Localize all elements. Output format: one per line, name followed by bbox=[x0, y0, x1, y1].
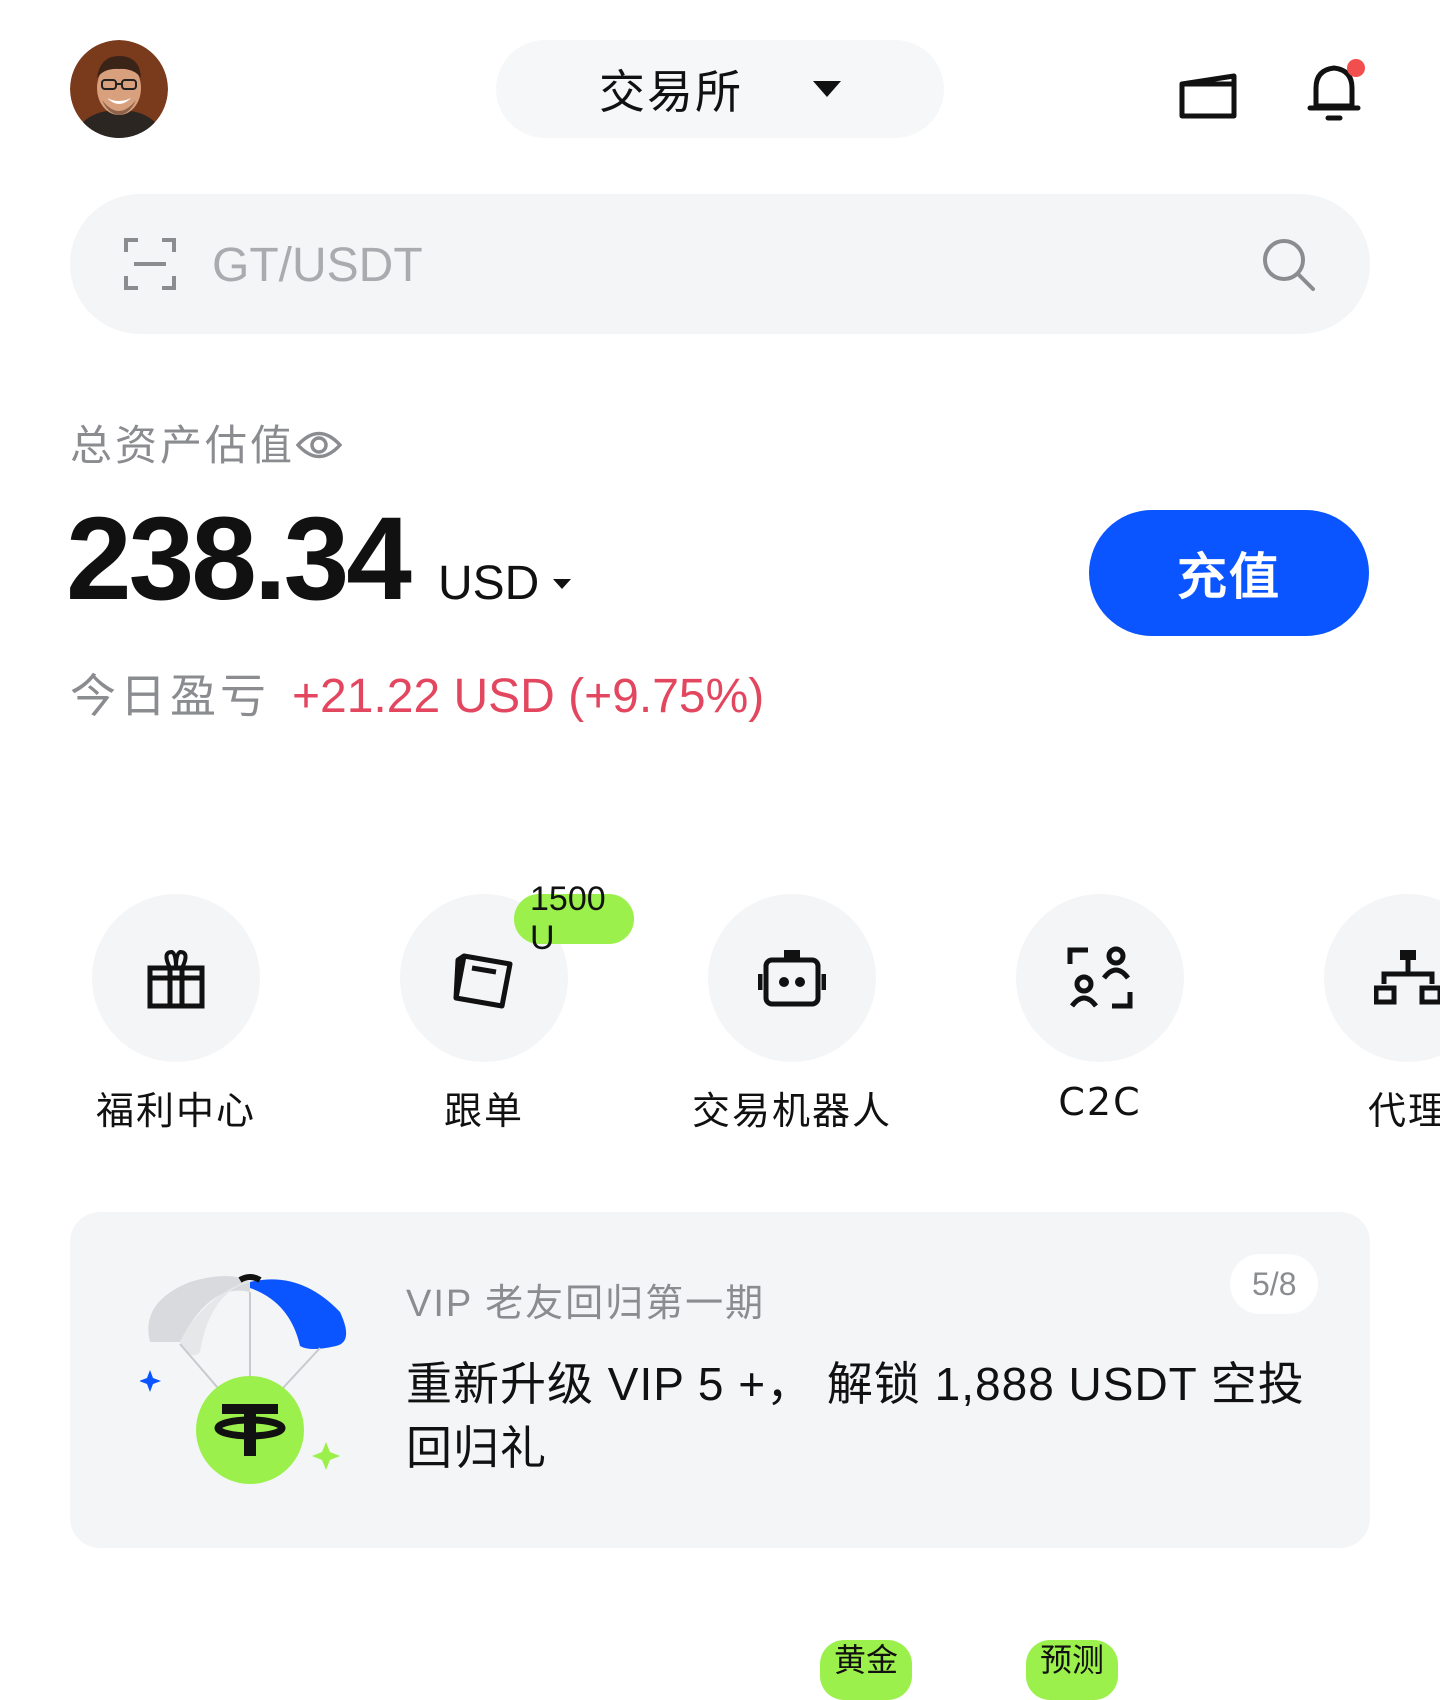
promo-page-counter: 5/8 bbox=[1230, 1254, 1319, 1314]
caret-down-icon bbox=[553, 578, 572, 589]
chevron-down-icon bbox=[813, 81, 841, 97]
total-assets-value: 238.34 bbox=[66, 493, 412, 625]
deposit-button[interactable]: 充值 bbox=[1089, 510, 1369, 636]
quick-action-c2c[interactable]: C2C bbox=[950, 894, 1250, 1124]
currency-selector[interactable]: USD bbox=[438, 556, 572, 611]
copy-trade-icon bbox=[453, 953, 513, 1009]
robot-icon bbox=[758, 950, 826, 1007]
currency-label: USD bbox=[438, 557, 540, 610]
quick-action-label: 福利中心 bbox=[95, 1089, 256, 1133]
user-avatar bbox=[70, 40, 168, 138]
quick-action-trading-bot[interactable]: 交易机器人 bbox=[642, 894, 942, 1133]
tag-gold[interactable]: 黄金 bbox=[820, 1640, 913, 1700]
daily-pnl-value: +21.22 USD (+9.75%) bbox=[292, 670, 765, 723]
quick-action-label: 交易机器人 bbox=[691, 1089, 892, 1133]
quick-action-label: 跟单 bbox=[443, 1089, 524, 1133]
tag-prediction[interactable]: 预测 bbox=[1026, 1640, 1119, 1700]
search-bar[interactable] bbox=[70, 194, 1370, 334]
quick-action-label: 代理 bbox=[1367, 1089, 1440, 1133]
wallet-icon[interactable] bbox=[1178, 70, 1240, 122]
exchange-mode-label: 交易所 bbox=[599, 65, 743, 119]
search-icon[interactable] bbox=[1260, 236, 1318, 294]
search-input[interactable] bbox=[210, 224, 1214, 306]
promo-title: 重新升级 VIP 5 +， 解锁 1,888 USDT 空投回归礼 bbox=[406, 1358, 1305, 1474]
quick-action-copy-trade[interactable]: 1500 U 跟单 bbox=[334, 880, 634, 1133]
daily-pnl: 今日盈亏 +21.22 USD (+9.75%) bbox=[70, 660, 764, 726]
daily-pnl-label: 今日盈亏 bbox=[70, 669, 270, 723]
total-assets-label: 总资产估值 bbox=[70, 421, 296, 470]
avatar[interactable] bbox=[70, 40, 168, 138]
quick-action-label: C2C bbox=[1058, 1080, 1142, 1124]
notification-dot bbox=[1347, 59, 1365, 77]
scan-icon[interactable] bbox=[120, 234, 180, 294]
quick-action-welfare-center[interactable]: 福利中心 bbox=[26, 894, 326, 1133]
eye-icon[interactable] bbox=[295, 428, 343, 462]
promo-kicker: VIP 老友回归第一期 bbox=[406, 1283, 766, 1325]
quick-action-agent[interactable]: 代理 bbox=[1258, 894, 1440, 1133]
bell-icon[interactable] bbox=[1302, 56, 1372, 126]
exchange-mode-selector[interactable]: 交易所 bbox=[496, 40, 944, 138]
c2c-icon bbox=[1067, 946, 1133, 1009]
gift-icon bbox=[147, 949, 205, 1009]
copy-trade-badge: 1500 U bbox=[514, 880, 634, 957]
tether-parachute-icon bbox=[140, 1274, 347, 1484]
agent-icon bbox=[1374, 950, 1440, 1005]
promo-card[interactable]: VIP 老友回归第一期 5/8 重新升级 VIP 5 +， 解锁 1,888 U… bbox=[70, 1212, 1370, 1548]
